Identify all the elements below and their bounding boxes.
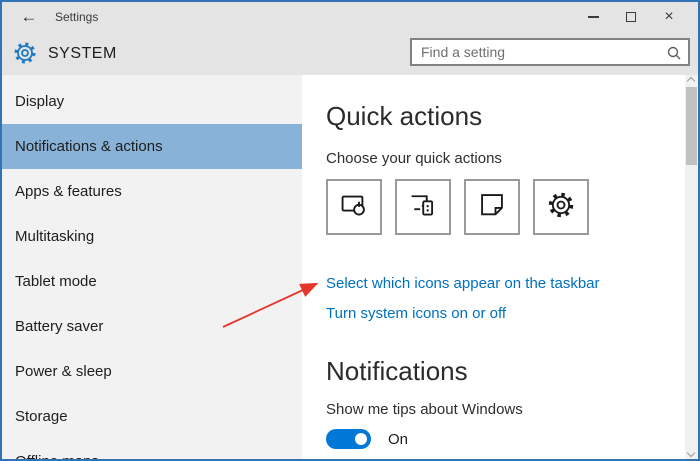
sidebar: Display Notifications & actions Apps & f… [2,75,302,459]
settings-window: ← Settings × SYSTEM [0,0,700,461]
minimize-button[interactable] [574,6,612,28]
quick-action-all-settings[interactable] [533,179,589,235]
sidebar-item-power-sleep[interactable]: Power & sleep [2,349,302,394]
search-input[interactable] [412,40,688,64]
search-icon[interactable] [666,45,682,66]
close-button[interactable]: × [650,6,688,28]
maximize-button[interactable] [612,6,650,28]
sidebar-item-storage[interactable]: Storage [2,394,302,439]
maximize-icon [626,12,636,22]
close-icon: × [664,9,673,25]
window-title: Settings [55,10,98,24]
link-select-taskbar-icons[interactable]: Select which icons appear on the taskbar [326,275,600,292]
show-tips-toggle-row: On [326,429,685,449]
search-box [410,38,690,66]
choose-quick-actions-label: Choose your quick actions [326,150,685,167]
quick-action-note[interactable] [464,179,520,235]
sidebar-item-display[interactable]: Display [2,79,302,124]
scrollbar-thumb[interactable] [686,87,697,165]
titlebar: ← Settings × SYSTEM [2,2,698,75]
quick-actions-heading: Quick actions [326,99,685,133]
scroll-up-icon[interactable] [687,77,695,85]
minimize-icon [588,16,599,18]
tablet-mode-icon [340,191,368,224]
page-title: SYSTEM [48,45,117,63]
sidebar-item-battery-saver[interactable]: Battery saver [2,304,302,349]
sidebar-item-offline-maps[interactable]: Offline maps [2,439,302,459]
sidebar-item-notifications-actions[interactable]: Notifications & actions [2,124,302,169]
back-button[interactable]: ← [16,6,42,28]
show-tips-toggle[interactable] [326,429,371,449]
link-turn-system-icons[interactable]: Turn system icons on or off [326,305,506,322]
notifications-heading: Notifications [326,354,685,388]
connect-icon [409,191,437,224]
sidebar-item-apps-features[interactable]: Apps & features [2,169,302,214]
show-tips-label: Show me tips about Windows [326,401,685,418]
quick-action-tiles [326,179,685,235]
sidebar-item-multitasking[interactable]: Multitasking [2,214,302,259]
note-icon [478,191,506,224]
quick-action-tablet-mode[interactable] [326,179,382,235]
toggle-state-label: On [388,431,408,448]
sidebar-item-tablet-mode[interactable]: Tablet mode [2,259,302,304]
quick-action-connect[interactable] [395,179,451,235]
all-settings-icon [547,191,575,224]
scroll-down-icon[interactable] [687,449,695,457]
settings-gear-icon [13,41,37,70]
toggle-knob [355,433,367,445]
scrollbar[interactable] [685,75,698,459]
main-panel: Quick actions Choose your quick actions [302,75,685,459]
window-controls: × [574,6,688,28]
